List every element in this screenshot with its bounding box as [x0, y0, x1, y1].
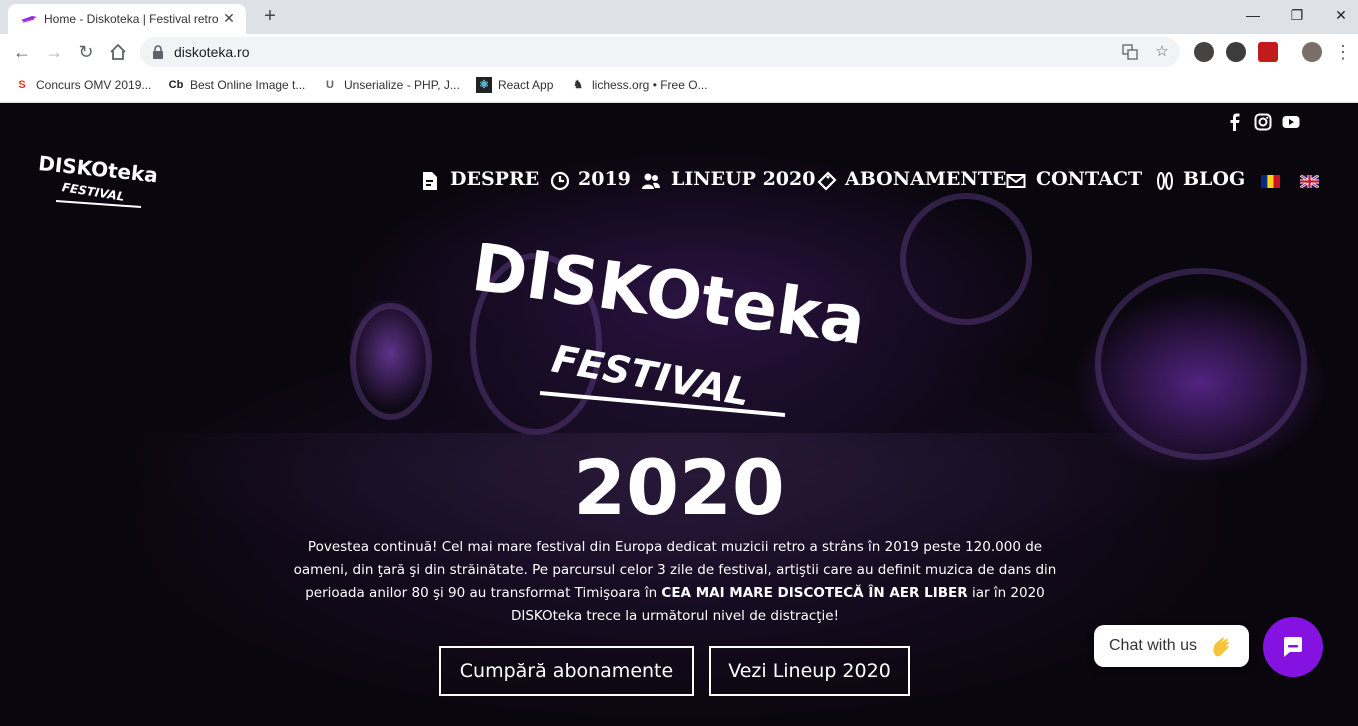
clock-icon — [550, 171, 570, 191]
nav-lineup-2020[interactable]: LINEUP 2020 — [641, 167, 815, 195]
nav-label: ABONAMENTE — [845, 168, 1007, 190]
tab-title: Home - Diskoteka | Festival retro — [44, 12, 219, 26]
nav-label: CONTACT — [1036, 168, 1143, 190]
document-icon — [423, 172, 437, 190]
back-icon[interactable]: ← — [9, 39, 35, 65]
url-text[interactable]: diskoteka.ro — [174, 44, 249, 60]
facebook-icon[interactable] — [1226, 113, 1244, 131]
hero-description: Povestea continuă! Cel mai mare festival… — [293, 539, 1057, 624]
logo-subtitle: FESTIVAL — [61, 180, 126, 204]
chat-label: Chat with us — [1109, 637, 1198, 654]
flash-extension-icon[interactable] — [1258, 42, 1278, 62]
globe-extension-icon[interactable] — [1226, 42, 1246, 62]
lock-icon[interactable] — [152, 45, 164, 59]
u-icon: U — [326, 79, 334, 91]
diskoteka-favicon — [21, 16, 37, 23]
buy-subscriptions-button[interactable]: Cumpără abonamente — [439, 646, 694, 696]
nav-2019[interactable]: 2019 — [550, 167, 631, 195]
nav-abonamente[interactable]: ABONAMENTE — [817, 167, 1006, 195]
nav-blog[interactable]: BLOG — [1155, 167, 1245, 195]
highlight-text: CEA MAI MARE DISCOTECĂ ÎN AER LIBER — [661, 585, 968, 601]
logo-word: DISKOteka — [37, 151, 159, 187]
minimize-button[interactable]: — — [1230, 0, 1276, 30]
stage-speaker — [1095, 268, 1307, 460]
address-bar[interactable]: diskoteka.ro ☆ — [140, 37, 1180, 67]
translate-icon[interactable] — [1120, 42, 1140, 62]
flip-flops-icon — [1157, 172, 1173, 190]
wordpress-icon[interactable] — [1194, 42, 1214, 62]
site-logo[interactable]: DISKOteka FESTIVAL — [36, 151, 176, 209]
hero-section: DISKOteka FESTIVAL DESPRE 2019 LINEUP 20… — [0, 103, 1358, 726]
hero-logo-word: DISKOteka — [467, 243, 870, 360]
hero-year: 2020 — [573, 443, 785, 532]
reload-icon[interactable]: ↻ — [73, 39, 99, 65]
chat-icon — [1284, 637, 1302, 657]
nav-contact[interactable]: CONTACT — [1006, 167, 1142, 195]
nav-label: DESPRE — [450, 168, 540, 190]
new-tab-button[interactable]: + — [258, 5, 282, 29]
nav-despre[interactable]: DESPRE — [420, 167, 539, 195]
bookmark-item[interactable]: S Concurs OMV 2019... — [14, 77, 151, 95]
react-icon: ⚛ — [476, 77, 492, 93]
browser-tab[interactable]: Home - Diskoteka | Festival retro ✕ — [8, 4, 246, 34]
nav-label: LINEUP 2020 — [671, 168, 816, 190]
lichess-icon: ♞ — [573, 79, 583, 91]
waving-hand-icon — [1213, 637, 1229, 657]
forward-icon[interactable]: → — [41, 39, 67, 65]
users-icon — [642, 173, 660, 189]
en-flag[interactable] — [1300, 175, 1319, 188]
bookmark-item[interactable]: ♞ lichess.org • Free O... — [570, 77, 708, 95]
stage-speaker — [900, 193, 1032, 325]
home-icon[interactable] — [105, 39, 131, 65]
envelope-icon — [1006, 174, 1026, 188]
ticket-icon — [817, 171, 837, 191]
youtube-icon[interactable] — [1282, 113, 1300, 131]
profile-avatar[interactable] — [1302, 42, 1322, 62]
chat-greeting[interactable]: Chat with us — [1094, 625, 1249, 667]
close-window-button[interactable]: ✕ — [1318, 0, 1358, 30]
view-lineup-button[interactable]: Vezi Lineup 2020 — [709, 646, 910, 696]
hero-logo: DISKOteka FESTIVAL — [467, 243, 870, 417]
nav-label: BLOG — [1183, 168, 1246, 190]
chat-launcher-button[interactable] — [1263, 617, 1323, 677]
browser-toolbar: ← → ↻ diskoteka.ro ☆ ⋮ — [0, 34, 1358, 70]
menu-icon[interactable]: ⋮ — [1330, 39, 1356, 65]
s-logo-icon: S — [18, 79, 26, 91]
bookmark-item[interactable]: ⚛ React App — [476, 77, 553, 95]
ro-flag[interactable] — [1261, 175, 1280, 188]
instagram-icon[interactable] — [1254, 113, 1272, 131]
cb-icon: Cb — [168, 79, 184, 91]
bookmark-item[interactable]: U Unserialize - PHP, J... — [322, 77, 460, 95]
bookmark-item[interactable]: Cb Best Online Image t... — [168, 77, 306, 95]
tab-strip: Home - Diskoteka | Festival retro ✕ + — … — [0, 0, 1358, 34]
bookmark-star-icon[interactable]: ☆ — [1152, 42, 1172, 62]
nav-label: 2019 — [578, 168, 631, 190]
restore-button[interactable]: ❐ — [1274, 0, 1320, 30]
tab-close-icon[interactable]: ✕ — [220, 9, 238, 27]
bookmarks-bar: S Concurs OMV 2019... Cb Best Online Image… — [0, 70, 1358, 103]
stage-speaker — [350, 303, 432, 420]
